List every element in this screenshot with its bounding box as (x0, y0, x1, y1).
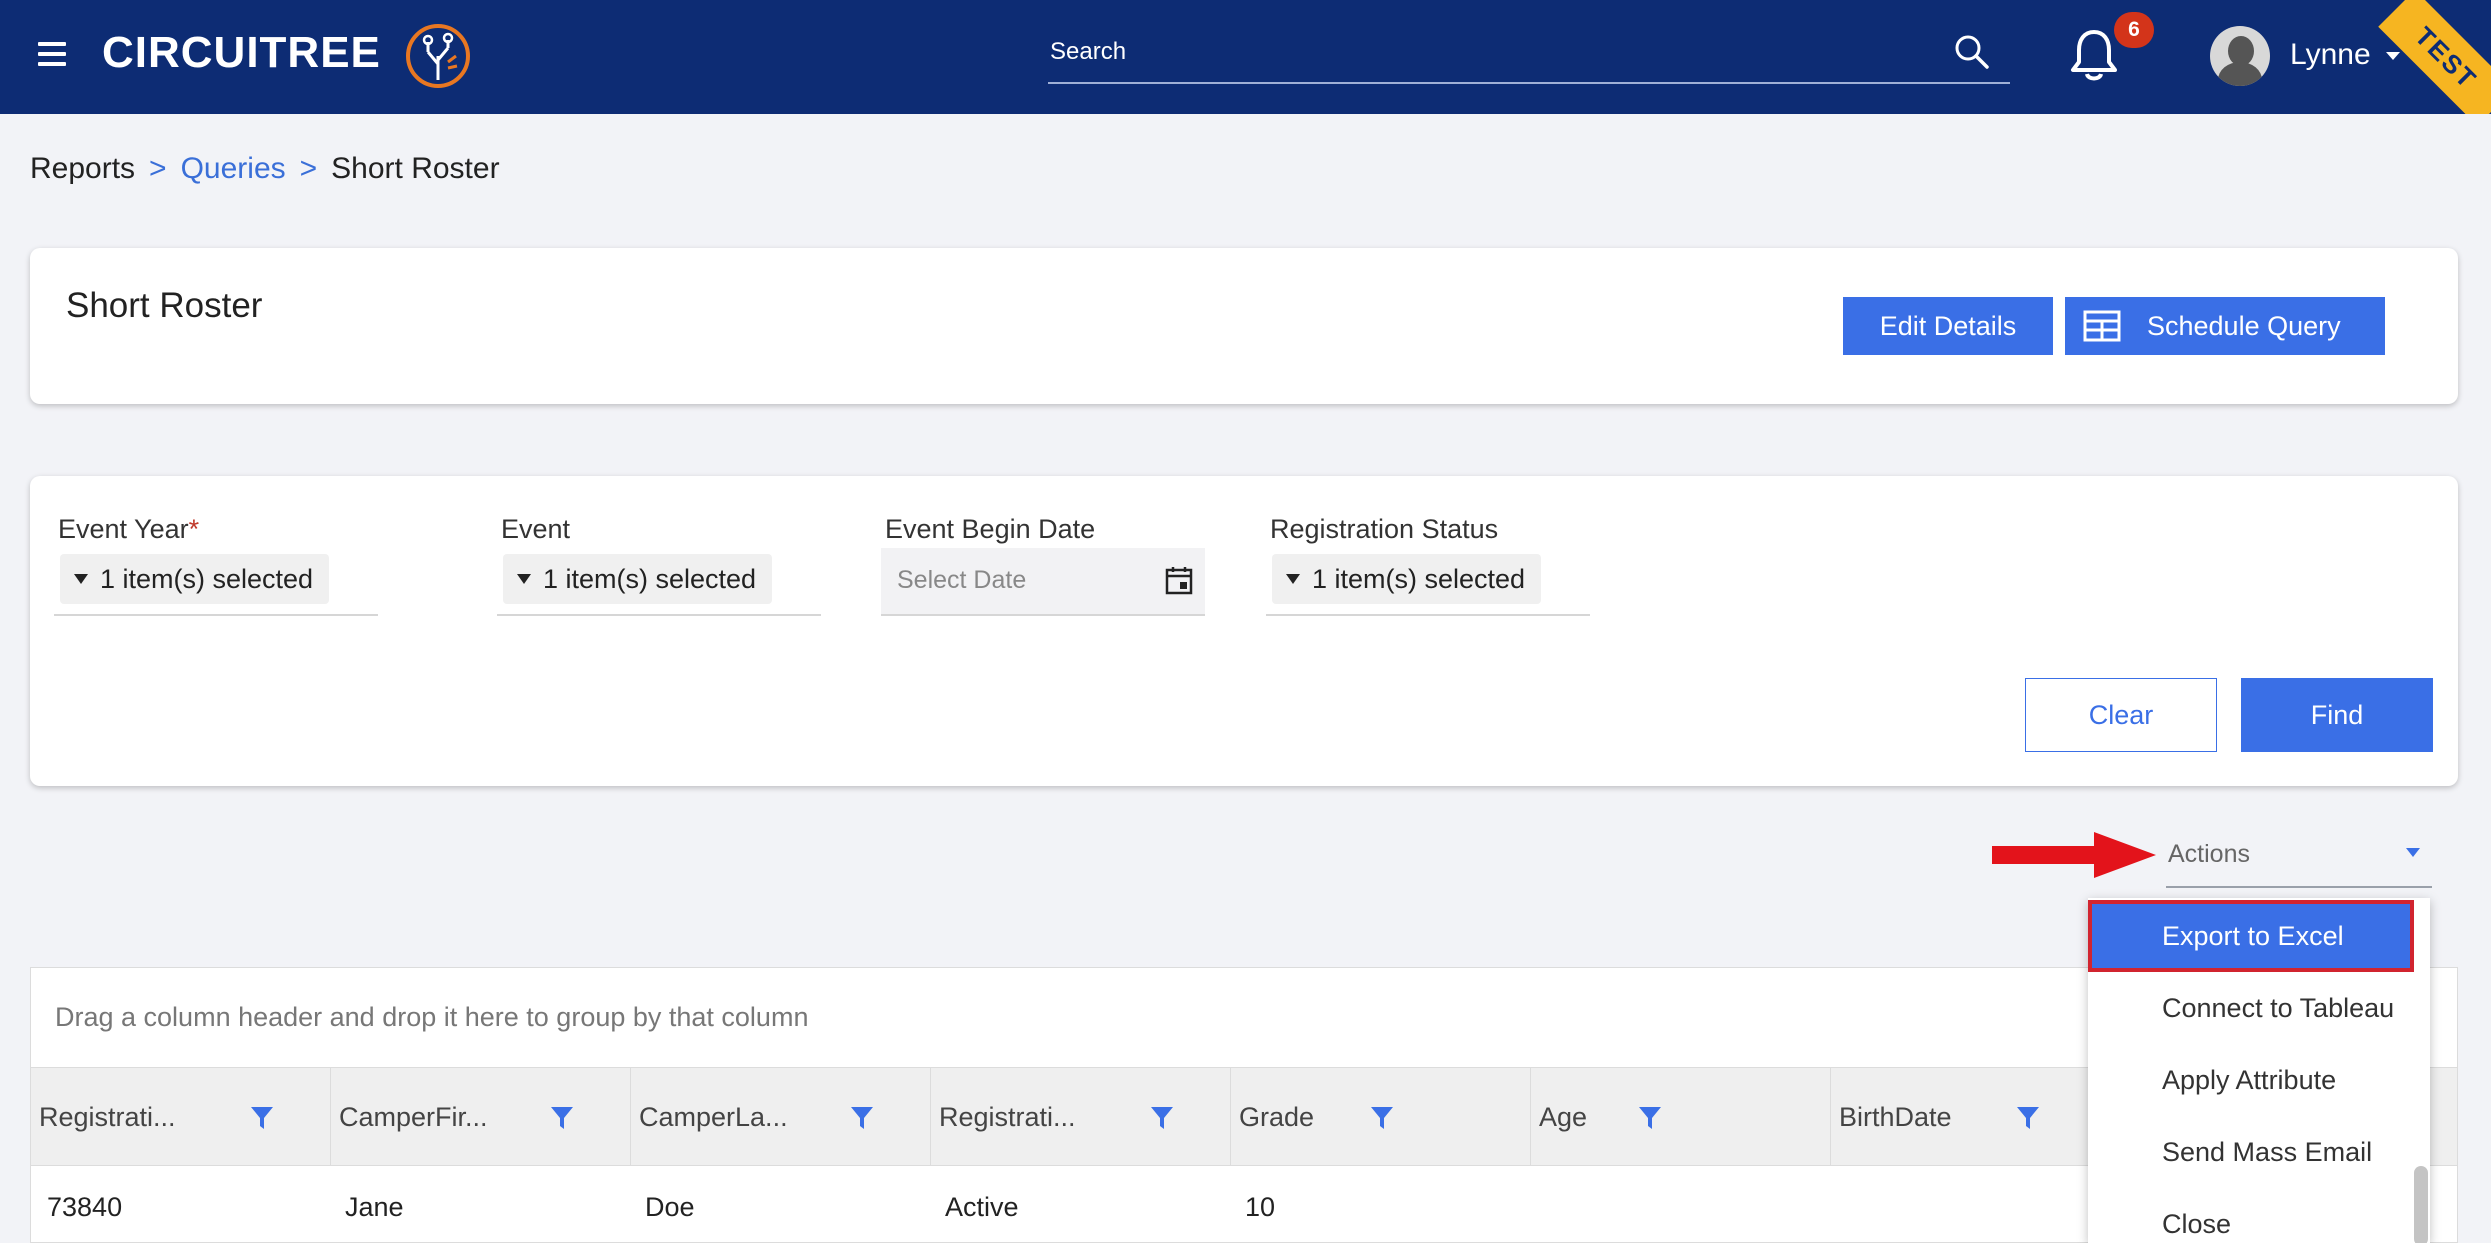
menu-item-send-mass-email[interactable]: Send Mass Email (2088, 1116, 2414, 1188)
breadcrumb-separator: > (149, 152, 167, 185)
avatar[interactable] (2210, 26, 2270, 86)
menu-icon[interactable] (38, 42, 66, 66)
column-header[interactable]: Age (1531, 1068, 1831, 1166)
table-cell: 10 (1245, 1192, 1276, 1222)
menu-item-connect-to-tableau[interactable]: Connect to Tableau (2088, 972, 2414, 1044)
breadcrumb: Reports > Queries > Short Roster (30, 152, 500, 186)
event-year-chip[interactable]: 1 item(s) selected (60, 554, 330, 604)
caret-down-icon (74, 573, 88, 584)
filter-icon[interactable] (849, 1104, 875, 1132)
filter-icon[interactable] (1637, 1104, 1663, 1132)
column-header[interactable]: CamperLa... (631, 1068, 931, 1166)
column-header[interactable]: Grade (1231, 1068, 1531, 1166)
event-begin-date-picker[interactable]: Select Date (881, 548, 1205, 616)
registration-status-label: Registration Status (1270, 514, 1499, 544)
brand-logo-icon (406, 24, 470, 88)
page-title: Short Roster (66, 286, 263, 325)
event-year-select[interactable]: 1 item(s) selected (54, 548, 378, 616)
filter-card: Event Year* 1 item(s) selected Event 1 i… (30, 476, 2458, 786)
actions-menu: Export to Excel Connect to Tableau Apply… (2088, 898, 2430, 1243)
event-year-label: Event Year* (58, 514, 200, 544)
registration-status-select[interactable]: 1 item(s) selected (1266, 548, 1590, 616)
brand-logo-text[interactable]: CIRCUITREE (102, 28, 381, 78)
search-input[interactable] (1050, 34, 1930, 70)
table-cell: Doe (645, 1192, 695, 1222)
edit-details-button[interactable]: Edit Details (1843, 297, 2053, 355)
calendar-icon[interactable] (1163, 564, 1195, 596)
schedule-query-label: Schedule Query (2147, 310, 2341, 341)
required-marker: * (188, 514, 200, 544)
search-bar (1048, 26, 2010, 84)
breadcrumb-current: Short Roster (331, 152, 500, 185)
clear-button[interactable]: Clear (2025, 678, 2217, 752)
event-select[interactable]: 1 item(s) selected (497, 548, 821, 616)
actions-dropdown[interactable]: Actions (2166, 834, 2432, 888)
breadcrumb-queries[interactable]: Queries (181, 152, 286, 185)
breadcrumb-reports[interactable]: Reports (30, 152, 135, 185)
column-header[interactable]: CamperFir... (331, 1068, 631, 1166)
query-title-card: Short Roster Edit Details Schedule Query (30, 248, 2458, 404)
top-navigation-bar: CIRCUITREE 6 Lynne TEST (0, 0, 2491, 114)
table-cell: Jane (345, 1192, 404, 1222)
actions-label: Actions (2168, 840, 2250, 868)
notification-badge[interactable]: 6 (2114, 12, 2154, 48)
filter-icon[interactable] (1149, 1104, 1175, 1132)
user-name[interactable]: Lynne (2290, 38, 2371, 72)
red-arrow-annotation (1992, 832, 2156, 878)
chevron-down-icon[interactable] (2386, 52, 2400, 60)
find-button[interactable]: Find (2241, 678, 2433, 752)
table-cell: 73840 (47, 1192, 123, 1222)
filter-icon[interactable] (549, 1104, 575, 1132)
schedule-query-button[interactable]: Schedule Query (2065, 297, 2385, 355)
column-header[interactable]: Registrati... (31, 1068, 331, 1166)
table-cell: Active (945, 1192, 1019, 1222)
column-header[interactable]: Registrati... (931, 1068, 1231, 1166)
menu-item-apply-attribute[interactable]: Apply Attribute (2088, 1044, 2414, 1116)
breadcrumb-separator: > (299, 152, 318, 185)
menu-scrollbar[interactable] (2414, 1166, 2428, 1243)
filter-icon[interactable] (1369, 1104, 1395, 1132)
group-by-hint: Drag a column header and drop it here to… (55, 1002, 809, 1032)
caret-down-icon (2406, 848, 2420, 857)
caret-down-icon (1286, 573, 1300, 584)
event-begin-date-label: Event Begin Date (885, 514, 1096, 544)
filter-icon[interactable] (249, 1104, 275, 1132)
filter-icon[interactable] (2015, 1104, 2041, 1132)
date-placeholder: Select Date (897, 566, 1027, 594)
event-label: Event (501, 514, 571, 544)
event-chip[interactable]: 1 item(s) selected (503, 554, 773, 604)
bell-icon[interactable] (2068, 26, 2120, 84)
table-icon (2083, 310, 2121, 342)
menu-item-export-to-excel[interactable]: Export to Excel (2088, 900, 2414, 972)
menu-item-close[interactable]: Close (2088, 1188, 2414, 1243)
column-header[interactable]: BirthDate (1831, 1068, 2131, 1166)
search-icon[interactable] (1952, 32, 1992, 72)
registration-status-chip[interactable]: 1 item(s) selected (1272, 554, 1542, 604)
caret-down-icon (517, 573, 531, 584)
